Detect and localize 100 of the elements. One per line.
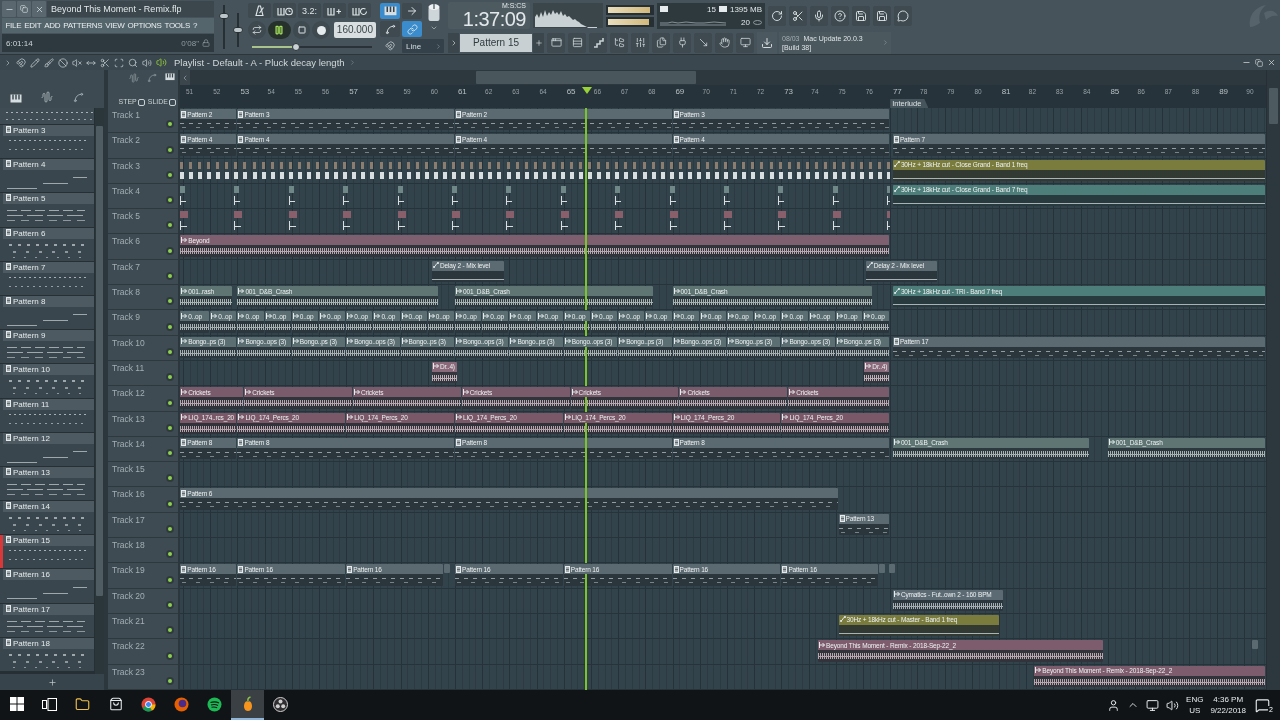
window-toggle-button[interactable] xyxy=(631,32,649,53)
vertical-scrollbar[interactable] xyxy=(1266,70,1280,690)
track-header[interactable]: Track 5 xyxy=(108,209,178,235)
pattern-item[interactable]: Pattern 9 xyxy=(0,330,94,364)
toolbar-button[interactable] xyxy=(831,5,849,26)
short-clip[interactable] xyxy=(444,564,451,574)
loop-record-button[interactable] xyxy=(348,3,371,18)
clock-area[interactable]: 4:36 PM 9/22/2018 xyxy=(1210,694,1246,716)
zoom-icon[interactable] xyxy=(128,57,138,68)
track-enable-switch[interactable] xyxy=(166,525,174,534)
toolbar-button[interactable] xyxy=(789,5,807,26)
short-clip[interactable] xyxy=(1251,640,1258,650)
track-enable-switch[interactable] xyxy=(166,322,174,331)
mode-toggle[interactable] xyxy=(402,21,422,37)
track-header[interactable]: Track 1 xyxy=(108,108,178,134)
scrollbar-thumb[interactable] xyxy=(1269,88,1278,124)
window-toggle-button[interactable] xyxy=(589,32,607,53)
pattern-item[interactable]: Pattern 10 xyxy=(0,364,94,398)
scroll-left-button[interactable] xyxy=(180,70,190,85)
window-toggle-button[interactable] xyxy=(715,32,733,53)
slider-thumb[interactable] xyxy=(219,12,229,19)
pattern-item[interactable]: Pattern 13 xyxy=(0,466,94,501)
person-icon[interactable] xyxy=(1107,698,1121,712)
prohibited-icon[interactable] xyxy=(58,57,68,68)
track-enable-switch[interactable] xyxy=(166,170,174,179)
toolbar-button[interactable] xyxy=(873,5,891,26)
track-enable-switch[interactable] xyxy=(166,272,174,281)
track-enable-switch[interactable] xyxy=(166,145,174,154)
waveform-icon[interactable] xyxy=(41,91,54,103)
pattern-item[interactable]: Pattern 7 xyxy=(0,261,94,295)
minimize-button[interactable] xyxy=(2,1,16,17)
track-enable-switch[interactable] xyxy=(166,600,174,609)
track-header[interactable]: Track 15 xyxy=(108,462,178,488)
track-header[interactable]: Track 10 xyxy=(108,335,178,361)
window-toggle-button[interactable] xyxy=(568,32,586,53)
volume-knob[interactable] xyxy=(426,3,442,23)
pattern-item[interactable]: Pattern 6 xyxy=(0,227,94,261)
restore-icon[interactable] xyxy=(1255,58,1263,67)
pencil-icon[interactable] xyxy=(30,57,40,68)
track-enable-switch[interactable] xyxy=(166,347,174,356)
track-header[interactable]: Track 11 xyxy=(108,360,178,387)
track-enable-switch[interactable] xyxy=(166,297,174,306)
step-edit-button[interactable] xyxy=(323,3,346,18)
mute-icon[interactable] xyxy=(72,57,82,68)
track-enable-switch[interactable] xyxy=(166,575,174,584)
track-enable-switch[interactable] xyxy=(166,398,174,407)
close-icon[interactable] xyxy=(1267,58,1276,67)
track-header[interactable]: Track 20 xyxy=(108,588,178,614)
pattern-item[interactable]: Pattern 11 xyxy=(0,398,94,432)
vertical-scrollbar[interactable] xyxy=(94,108,104,674)
track-header[interactable]: Track 6 xyxy=(108,234,178,260)
track-enable-switch[interactable] xyxy=(166,499,174,508)
track-enable-switch[interactable] xyxy=(166,120,174,129)
window-toggle-button[interactable] xyxy=(673,32,691,53)
track-enable-switch[interactable] xyxy=(166,246,174,255)
track-header[interactable]: Track 18 xyxy=(108,538,178,564)
track-header[interactable]: Track 9 xyxy=(108,310,178,336)
pattern-item[interactable]: Pattern 14 xyxy=(0,501,94,535)
pattern-item[interactable]: Pattern 12 xyxy=(0,432,94,466)
menu-item[interactable]: PATTERNS xyxy=(61,18,104,33)
checkbox[interactable] xyxy=(169,98,176,106)
mode-toggle[interactable] xyxy=(380,3,400,19)
menu-item[interactable]: TOOLS xyxy=(163,18,192,33)
track-header[interactable]: Track 17 xyxy=(108,512,178,539)
countdown-button[interactable]: 3.2: xyxy=(298,3,321,18)
pattern-item[interactable]: Pattern 3 xyxy=(0,125,94,159)
toolbar-button[interactable] xyxy=(810,5,828,26)
track-header[interactable]: Track 8 xyxy=(108,285,178,311)
mode-toggle[interactable] xyxy=(402,3,422,19)
menu-item[interactable]: ? xyxy=(191,18,199,33)
brush-icon[interactable] xyxy=(44,57,54,68)
scrollbar-thumb[interactable] xyxy=(476,71,696,84)
tempo-field[interactable]: 160.000 xyxy=(333,22,376,38)
track-enable-switch[interactable] xyxy=(166,676,174,685)
input-language[interactable]: ENG US xyxy=(1186,694,1204,716)
track-header[interactable]: Track 4 xyxy=(108,183,178,210)
pattern-item[interactable]: Pattern 18 xyxy=(0,637,94,671)
track-enable-switch[interactable] xyxy=(166,626,174,635)
track-enable-switch[interactable] xyxy=(166,550,174,559)
toolbar-button[interactable] xyxy=(894,5,912,26)
pattern-selector[interactable]: Pattern 15 xyxy=(460,33,532,52)
window-toggle-button[interactable] xyxy=(547,32,565,53)
track-header[interactable]: Track 7 xyxy=(108,259,178,286)
track-header[interactable]: Track 14 xyxy=(108,436,178,463)
track-header[interactable]: Track 13 xyxy=(108,411,178,437)
track-enable-switch[interactable] xyxy=(166,196,174,205)
pattern-item[interactable]: Pattern 8 xyxy=(0,295,94,330)
add-button[interactable] xyxy=(47,677,57,687)
snap-dropdown[interactable]: Line xyxy=(402,39,444,53)
magnet-icon[interactable] xyxy=(16,57,26,68)
playhead-handle[interactable] xyxy=(581,87,592,94)
track-header[interactable]: Track 21 xyxy=(108,613,178,640)
window-toggle-button[interactable] xyxy=(736,32,754,53)
track-header[interactable]: Track 12 xyxy=(108,386,178,412)
speaker-icon[interactable] xyxy=(1166,698,1180,712)
slider-thumb[interactable] xyxy=(233,27,243,33)
track-enable-switch[interactable] xyxy=(166,474,174,483)
pattern-item[interactable]: Pattern 15 xyxy=(0,535,94,569)
download-button[interactable] xyxy=(757,31,777,54)
track-header[interactable]: Track 22 xyxy=(108,639,178,665)
